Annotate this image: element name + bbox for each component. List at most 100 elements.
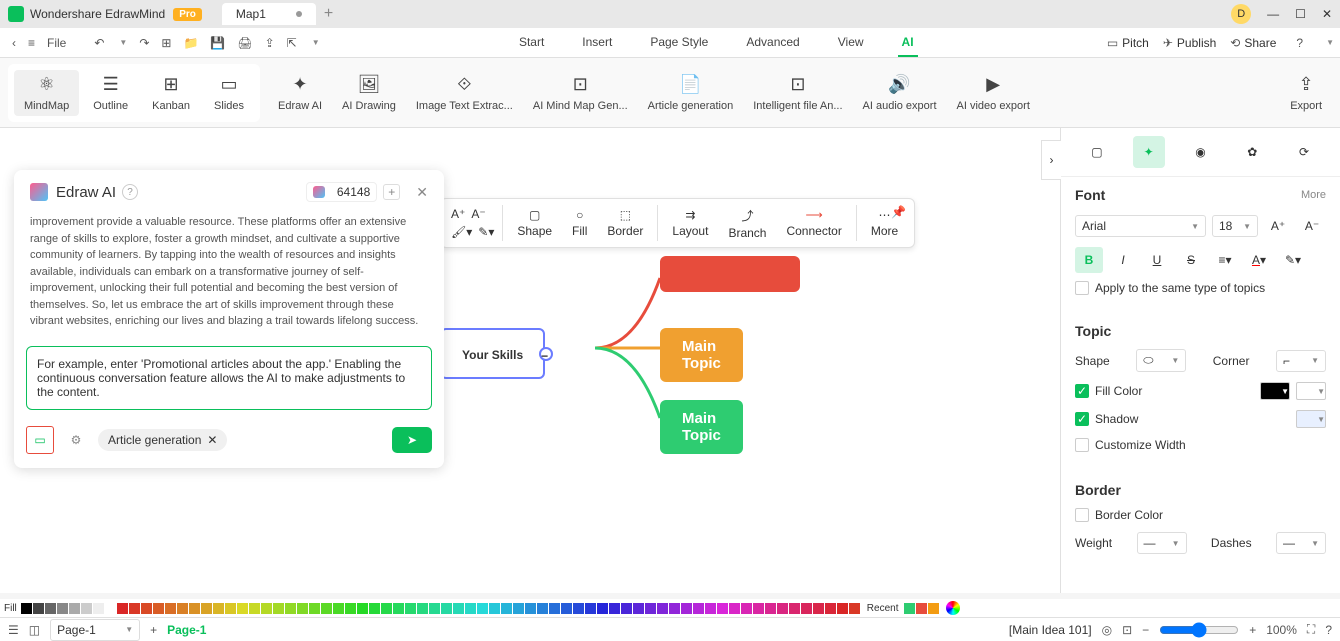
zoom-out-icon[interactable]: − [1142, 623, 1149, 637]
shadow-checkbox[interactable]: ✓ [1075, 412, 1089, 426]
color-swatch[interactable] [357, 603, 368, 614]
color-swatch[interactable] [237, 603, 248, 614]
font-size-select[interactable]: 18▼ [1212, 215, 1258, 237]
color-swatch[interactable] [525, 603, 536, 614]
color-swatch[interactable] [777, 603, 788, 614]
ai-settings-icon[interactable]: ⚙ [62, 426, 90, 454]
view-outline[interactable]: ☰Outline [83, 70, 138, 116]
color-swatch[interactable] [741, 603, 752, 614]
ai-file-analysis[interactable]: ⊡Intelligent file An... [743, 70, 852, 116]
publish-button[interactable]: ✈ Publish [1163, 36, 1216, 50]
ai-drawing[interactable]: 🖼AI Drawing [332, 70, 406, 116]
maximize-icon[interactable]: ☐ [1295, 7, 1306, 21]
shape-button[interactable]: ▢Shape [511, 208, 558, 238]
color-swatch[interactable] [753, 603, 764, 614]
redo-icon[interactable]: ↷ [133, 32, 155, 54]
recent-swatch[interactable] [916, 603, 927, 614]
active-page-tab[interactable]: Page-1 [167, 623, 206, 637]
panel-tab-style[interactable]: ▢ [1081, 136, 1113, 168]
ai-input[interactable]: For example, enter 'Promotional articles… [26, 346, 432, 410]
highlight-button[interactable]: ✎▾ [1279, 247, 1307, 273]
open-icon[interactable]: 📁 [177, 32, 204, 54]
color-swatch[interactable] [189, 603, 200, 614]
main-topic-1[interactable] [660, 256, 800, 292]
italic-button[interactable]: I [1109, 247, 1137, 273]
color-swatch[interactable] [165, 603, 176, 614]
color-swatch[interactable] [333, 603, 344, 614]
pin-icon[interactable]: 📌 [891, 205, 906, 219]
collapse-panel-icon[interactable]: › [1041, 140, 1061, 180]
color-swatch[interactable] [273, 603, 284, 614]
view-slides[interactable]: ▭Slides [204, 70, 254, 116]
color-swatch[interactable] [201, 603, 212, 614]
panel-tab-history[interactable]: ⟳ [1288, 136, 1320, 168]
brush-icon[interactable]: ✎▾ [478, 225, 494, 239]
expand-handle[interactable]: − [539, 347, 553, 361]
fullscreen-icon[interactable]: ⛶ [1307, 622, 1315, 637]
underline-button[interactable]: U [1143, 247, 1171, 273]
color-swatch[interactable] [57, 603, 68, 614]
color-swatch[interactable] [657, 603, 668, 614]
font-bigger-icon[interactable]: A⁺ [1264, 213, 1292, 239]
tab-insert[interactable]: Insert [578, 29, 616, 57]
ai-image-text[interactable]: ⟐Image Text Extrac... [406, 70, 523, 116]
color-swatch[interactable] [765, 603, 776, 614]
ai-help-icon[interactable]: ? [122, 184, 138, 200]
color-swatch[interactable] [93, 603, 104, 614]
color-swatch[interactable] [141, 603, 152, 614]
color-swatch[interactable] [501, 603, 512, 614]
font-increase-icon[interactable]: A⁺ [451, 207, 465, 221]
zoom-value[interactable]: 100% [1266, 623, 1297, 637]
color-swatch[interactable] [549, 603, 560, 614]
color-swatch[interactable] [837, 603, 848, 614]
fit-icon[interactable]: ⊡ [1122, 623, 1132, 637]
zoom-in-icon[interactable]: + [1249, 623, 1256, 637]
color-swatch[interactable] [465, 603, 476, 614]
color-swatch[interactable] [729, 603, 740, 614]
color-swatch[interactable] [537, 603, 548, 614]
help-status-icon[interactable]: ? [1325, 623, 1332, 637]
user-avatar[interactable]: D [1231, 4, 1251, 24]
color-swatch[interactable] [129, 603, 140, 614]
branch-button[interactable]: ⤴Branch [722, 207, 772, 240]
recent-swatch[interactable] [928, 603, 939, 614]
color-swatch[interactable] [45, 603, 56, 614]
font-more[interactable]: More [1301, 189, 1326, 201]
page-select[interactable]: Page-1▼ [50, 619, 140, 641]
color-swatch[interactable] [513, 603, 524, 614]
color-swatch[interactable] [717, 603, 728, 614]
more-dropdown[interactable]: ▼ [306, 34, 326, 51]
color-swatch[interactable] [477, 603, 488, 614]
color-swatch[interactable] [789, 603, 800, 614]
color-swatch[interactable] [669, 603, 680, 614]
export-icon[interactable]: ⇪ [259, 32, 281, 54]
main-topic-3[interactable]: Main Topic [660, 400, 743, 454]
ai-mindmap-gen[interactable]: ⊡AI Mind Map Gen... [523, 70, 638, 116]
hamburger-icon[interactable]: ≡ [22, 32, 41, 54]
color-swatch[interactable] [393, 603, 404, 614]
fill-color-2[interactable]: ▼ [1296, 382, 1326, 400]
color-swatch[interactable] [417, 603, 428, 614]
color-swatch[interactable] [825, 603, 836, 614]
color-swatch[interactable] [105, 603, 116, 614]
color-swatch[interactable] [297, 603, 308, 614]
color-swatch[interactable] [633, 603, 644, 614]
target-icon[interactable]: ◎ [1102, 623, 1112, 637]
recent-swatch[interactable] [904, 603, 915, 614]
save-icon[interactable]: 💾 [204, 32, 231, 54]
connector-button[interactable]: ⟶Connector [780, 208, 847, 238]
color-swatch[interactable] [381, 603, 392, 614]
fill-button[interactable]: ○Fill [566, 208, 593, 238]
font-smaller-icon[interactable]: A⁻ [1298, 213, 1326, 239]
color-swatch[interactable] [81, 603, 92, 614]
share-button[interactable]: ⟲ Share [1230, 36, 1276, 50]
color-swatch[interactable] [453, 603, 464, 614]
color-swatch[interactable] [597, 603, 608, 614]
color-swatch[interactable] [369, 603, 380, 614]
color-swatch[interactable] [69, 603, 80, 614]
border-color-checkbox[interactable] [1075, 508, 1089, 522]
outline-toggle-icon[interactable]: ☰ [8, 623, 19, 637]
fill-color-checkbox[interactable]: ✓ [1075, 384, 1089, 398]
color-swatch[interactable] [213, 603, 224, 614]
dashes-select[interactable]: —▼ [1276, 532, 1326, 554]
